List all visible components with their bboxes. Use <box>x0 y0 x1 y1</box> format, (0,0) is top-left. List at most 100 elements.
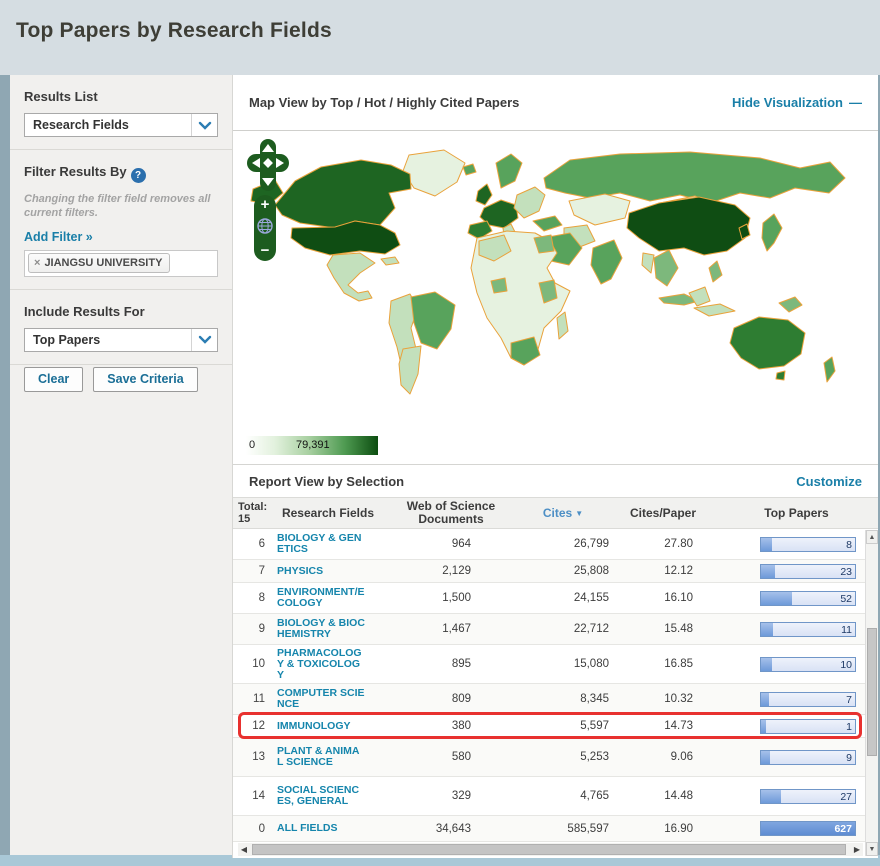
country-shape <box>627 197 750 255</box>
table-row: 8ENVIRONMENT/ECOLOGY1,50024,15516.1052 <box>233 583 866 614</box>
cites-cell: 5,253 <box>471 751 609 763</box>
table-row: 9BIOLOGY & BIOCHEMISTRY1,46722,71215.481… <box>233 614 866 645</box>
customize-link[interactable]: Customize <box>796 474 862 489</box>
field-link[interactable]: ALL FIELDS <box>269 823 373 834</box>
top-papers-value: 52 <box>840 593 852 605</box>
column-header-wos-documents[interactable]: Web of Science Documents <box>387 500 515 526</box>
wos-documents-cell: 1,500 <box>373 592 471 604</box>
top-papers-cell: 8 <box>693 537 866 552</box>
zoom-in-button[interactable]: + <box>261 197 270 213</box>
world-map[interactable] <box>239 133 873 435</box>
scroll-right-icon[interactable]: ▶ <box>851 843 863 856</box>
zoom-out-button[interactable]: − <box>261 243 270 259</box>
country-shape <box>824 357 835 382</box>
field-link[interactable]: BIOLOGY & BIOCHEMISTRY <box>269 618 373 640</box>
total-count: Total: 15 <box>233 501 269 525</box>
country-shape <box>275 160 411 228</box>
column-header-top-papers[interactable]: Top Papers <box>715 506 878 520</box>
table-row: 14SOCIAL SCIENCES, GENERAL3294,76514.482… <box>233 777 866 816</box>
wos-documents-cell: 329 <box>373 790 471 802</box>
horizontal-scrollbar-thumb[interactable] <box>252 844 846 855</box>
country-shape <box>411 292 455 349</box>
add-filter-link[interactable]: Add Filter » <box>24 230 93 244</box>
cites-cell: 26,799 <box>471 538 609 550</box>
field-link[interactable]: BIOLOGY & GENETICS <box>269 533 373 555</box>
top-papers-bar: 27 <box>760 789 856 804</box>
cites-cell: 585,597 <box>471 823 609 835</box>
country-shape <box>463 164 476 175</box>
legend-min: 0 <box>249 439 255 451</box>
save-criteria-button[interactable]: Save Criteria <box>93 367 197 392</box>
results-list-dropdown[interactable]: Research Fields <box>24 113 218 137</box>
field-link[interactable]: PHARMACOLOGY & TOXICOLOGY <box>269 648 373 681</box>
vertical-scrollbar-thumb[interactable] <box>867 628 877 756</box>
rank-cell: 6 <box>233 538 269 550</box>
clear-button[interactable]: Clear <box>24 367 83 392</box>
top-papers-value: 27 <box>840 791 852 803</box>
country-shape <box>642 253 654 273</box>
cites-cell: 5,597 <box>471 720 609 732</box>
country-shape <box>476 184 492 205</box>
top-papers-bar: 11 <box>760 622 856 637</box>
country-shape <box>654 250 678 286</box>
field-link[interactable]: IMMUNOLOGY <box>269 721 373 732</box>
cites-per-paper-cell: 15.48 <box>609 623 693 635</box>
map-pan-control[interactable] <box>247 139 289 196</box>
globe-icon[interactable] <box>257 218 273 239</box>
field-link[interactable]: ENVIRONMENT/ECOLOGY <box>269 587 373 609</box>
table-row: 7PHYSICS2,12925,80812.1223 <box>233 560 866 583</box>
filter-note: Changing the filter field removes all cu… <box>24 192 218 221</box>
top-papers-bar-fill <box>761 623 773 636</box>
country-shape <box>403 150 465 196</box>
vertical-scrollbar[interactable]: ▲ ▼ <box>865 530 878 856</box>
field-link[interactable]: PLANT & ANIMAL SCIENCE <box>269 746 373 768</box>
table-rows: 6BIOLOGY & GENETICS96426,79927.8087PHYSI… <box>233 529 866 844</box>
rank-cell: 0 <box>233 823 269 835</box>
help-icon[interactable]: ? <box>131 168 146 183</box>
top-papers-cell: 7 <box>693 692 866 707</box>
map-header: Map View by Top / Hot / Highly Cited Pap… <box>233 75 878 131</box>
field-link[interactable]: PHYSICS <box>269 566 373 577</box>
include-results-dropdown[interactable]: Top Papers <box>24 328 218 352</box>
cites-per-paper-cell: 16.10 <box>609 592 693 604</box>
cites-cell: 22,712 <box>471 623 609 635</box>
column-header-cites-per-paper[interactable]: Cites/Paper <box>611 506 715 520</box>
rank-cell: 11 <box>233 693 269 705</box>
cites-cell: 25,808 <box>471 565 609 577</box>
sort-desc-icon: ▼ <box>575 509 583 518</box>
top-papers-value: 627 <box>834 823 852 835</box>
map-zoom-control[interactable]: + − <box>254 195 276 261</box>
field-link[interactable]: SOCIAL SCIENCES, GENERAL <box>269 785 373 807</box>
include-results-selected: Top Papers <box>25 333 191 347</box>
hide-visualization-link[interactable]: Hide Visualization— <box>732 95 862 110</box>
results-list-section: Results List Research Fields <box>10 75 232 150</box>
top-papers-value: 8 <box>846 539 852 551</box>
column-header-research-fields[interactable]: Research Fields <box>269 506 387 520</box>
map-title: Map View by Top / Hot / Highly Cited Pap… <box>249 95 519 110</box>
top-papers-cell: 627 <box>693 821 866 836</box>
top-papers-bar-fill <box>761 751 770 764</box>
filter-input-box[interactable]: × JIANGSU UNIVERSITY <box>24 250 218 277</box>
top-papers-bar-fill <box>761 720 766 733</box>
cites-cell: 4,765 <box>471 790 609 802</box>
table-row: 11COMPUTER SCIENCE8098,34510.327 <box>233 684 866 715</box>
scroll-left-icon[interactable]: ◀ <box>238 843 250 856</box>
sidebar: Results List Research Fields Filter Resu… <box>10 75 232 855</box>
chevron-down-icon[interactable] <box>191 329 217 351</box>
top-papers-cell: 52 <box>693 591 866 606</box>
criteria-buttons: Clear Save Criteria <box>10 365 232 404</box>
table-row: 6BIOLOGY & GENETICS96426,79927.808 <box>233 529 866 560</box>
column-header-cites[interactable]: Cites▼ <box>515 506 611 520</box>
page: Top Papers by Research Fields Results Li… <box>0 0 880 866</box>
top-papers-bar: 10 <box>760 657 856 672</box>
chevron-down-icon[interactable] <box>191 114 217 136</box>
top-papers-bar: 1 <box>760 719 856 734</box>
country-shape <box>694 304 735 316</box>
field-link[interactable]: COMPUTER SCIENCE <box>269 688 373 710</box>
rank-cell: 14 <box>233 790 269 802</box>
rank-cell: 12 <box>233 720 269 732</box>
remove-filter-icon[interactable]: × <box>34 257 40 269</box>
horizontal-scrollbar[interactable]: ◀ ▶ <box>238 843 863 856</box>
scroll-up-icon[interactable]: ▲ <box>866 530 878 544</box>
scroll-down-icon[interactable]: ▼ <box>866 842 878 856</box>
